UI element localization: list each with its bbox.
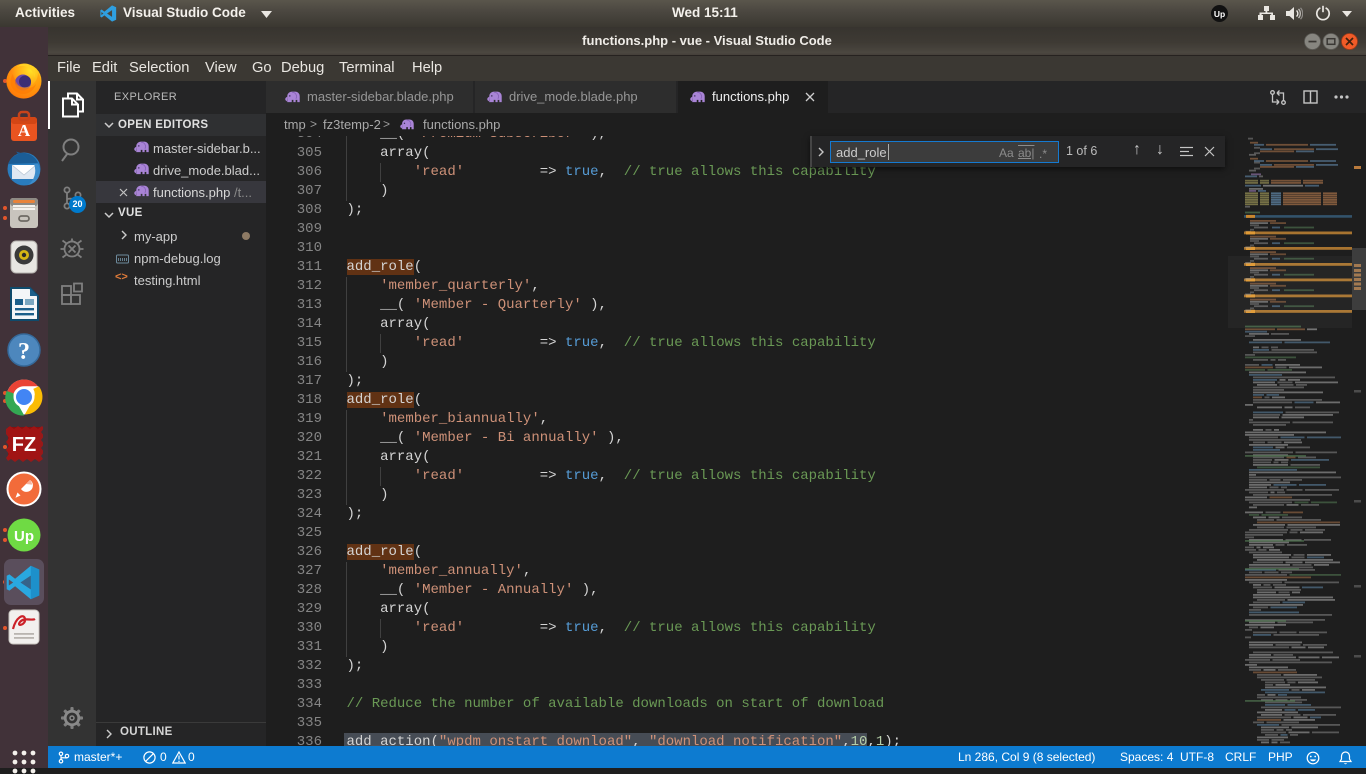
svg-text:?: ? [18, 339, 30, 365]
svg-text:FZ: FZ [12, 434, 36, 456]
svg-text:Up: Up [14, 528, 34, 545]
svg-text:Up: Up [1214, 9, 1225, 19]
svg-text:A: A [18, 121, 31, 140]
